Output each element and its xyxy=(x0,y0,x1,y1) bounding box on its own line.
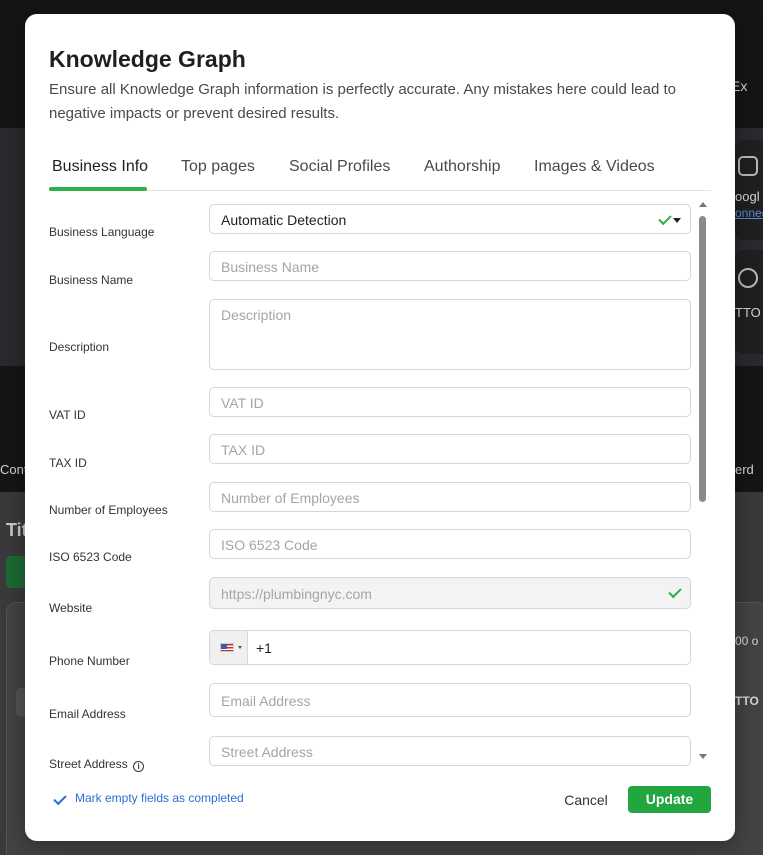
description-label: Description xyxy=(49,340,110,354)
website-label: Website xyxy=(49,601,93,615)
website-input[interactable]: https://plumbingnyc.com xyxy=(209,577,691,609)
phone-label: Phone Number xyxy=(49,654,130,668)
chevron-down-icon xyxy=(238,646,242,649)
scroll-down-arrow-icon[interactable] xyxy=(699,754,707,759)
cancel-button[interactable]: Cancel xyxy=(555,785,617,815)
business-info-form: Business Language Automatic Detection Bu… xyxy=(25,192,735,772)
vat-id-placeholder: VAT ID xyxy=(221,395,264,411)
street-placeholder: Street Address xyxy=(221,744,313,760)
active-tab-indicator xyxy=(49,187,147,191)
business-language-select[interactable]: Automatic Detection xyxy=(209,204,691,234)
business-name-placeholder: Business Name xyxy=(221,259,320,275)
mark-empty-check-icon[interactable] xyxy=(53,791,67,806)
modal-subtitle: Ensure all Knowledge Graph information i… xyxy=(49,81,676,122)
scroll-up-arrow-icon[interactable] xyxy=(699,202,707,207)
us-flag-icon xyxy=(220,643,234,652)
website-value: https://plumbingnyc.com xyxy=(221,586,372,602)
employees-placeholder: Number of Employees xyxy=(221,490,360,506)
scroll-thumb[interactable] xyxy=(699,216,706,502)
tax-id-placeholder: TAX ID xyxy=(221,442,266,458)
chevron-down-icon xyxy=(673,218,681,223)
iso-code-input[interactable]: ISO 6523 Code xyxy=(209,529,691,559)
tab-images-videos[interactable]: Images & Videos xyxy=(534,158,655,176)
update-button[interactable]: Update xyxy=(628,786,711,813)
email-label: Email Address xyxy=(49,707,126,721)
business-language-label: Business Language xyxy=(49,225,155,239)
knowledge-graph-modal: Knowledge Graph Ensure all Knowledge Gra… xyxy=(25,14,735,841)
employees-label: Number of Employees xyxy=(49,503,168,517)
tax-id-label: TAX ID xyxy=(49,456,87,470)
tab-business-info[interactable]: Business Info xyxy=(52,158,148,176)
check-icon xyxy=(668,584,682,599)
tab-top-pages[interactable]: Top pages xyxy=(181,158,255,176)
bg-right-badge: TTO xyxy=(735,694,759,708)
phone-input[interactable]: +1 xyxy=(209,630,691,665)
street-label-text: Street Address xyxy=(49,757,128,771)
iso-code-label: ISO 6523 Code xyxy=(49,550,132,564)
phone-value: +1 xyxy=(256,640,272,656)
tab-bar: Business Info Top pages Social Profiles … xyxy=(49,154,711,191)
tab-social-profiles[interactable]: Social Profiles xyxy=(289,158,390,176)
vat-id-input[interactable]: VAT ID xyxy=(209,387,691,417)
email-input[interactable]: Email Address xyxy=(209,683,691,717)
info-icon[interactable]: i xyxy=(133,761,145,772)
vat-id-label: VAT ID xyxy=(49,408,86,422)
email-placeholder: Email Address xyxy=(221,693,311,709)
mark-empty-fields-link[interactable]: Mark empty fields as completed xyxy=(75,791,244,805)
bg-pager-text: 00 o xyxy=(735,634,759,648)
business-name-input[interactable]: Business Name xyxy=(209,251,691,281)
check-icon xyxy=(658,211,672,226)
bg-right-text: erd xyxy=(735,462,754,477)
iso-code-placeholder: ISO 6523 Code xyxy=(221,537,318,553)
country-code-select[interactable] xyxy=(210,631,248,664)
bg-calendar-icon xyxy=(738,156,758,176)
description-placeholder: Description xyxy=(221,307,292,323)
street-input[interactable]: Street Address xyxy=(209,736,691,766)
description-textarea[interactable]: Description xyxy=(209,299,691,370)
tab-authorship[interactable]: Authorship xyxy=(424,158,501,176)
modal-title: Knowledge Graph xyxy=(49,46,246,72)
street-label: Street Address i xyxy=(49,757,145,772)
employees-input[interactable]: Number of Employees xyxy=(209,482,691,512)
bg-card-text-1: oogl xyxy=(735,189,760,204)
bg-side-card-2 xyxy=(735,250,763,354)
tax-id-input[interactable]: TAX ID xyxy=(209,434,691,464)
bg-card-text-2: onned xyxy=(735,206,763,220)
bg-left-text: Cont xyxy=(0,462,28,477)
business-language-value: Automatic Detection xyxy=(221,212,347,228)
business-name-label: Business Name xyxy=(49,273,134,287)
form-scrollbar[interactable] xyxy=(697,200,709,764)
bg-card-text-3: TTO xyxy=(735,305,761,320)
bg-gear-icon xyxy=(738,268,758,288)
